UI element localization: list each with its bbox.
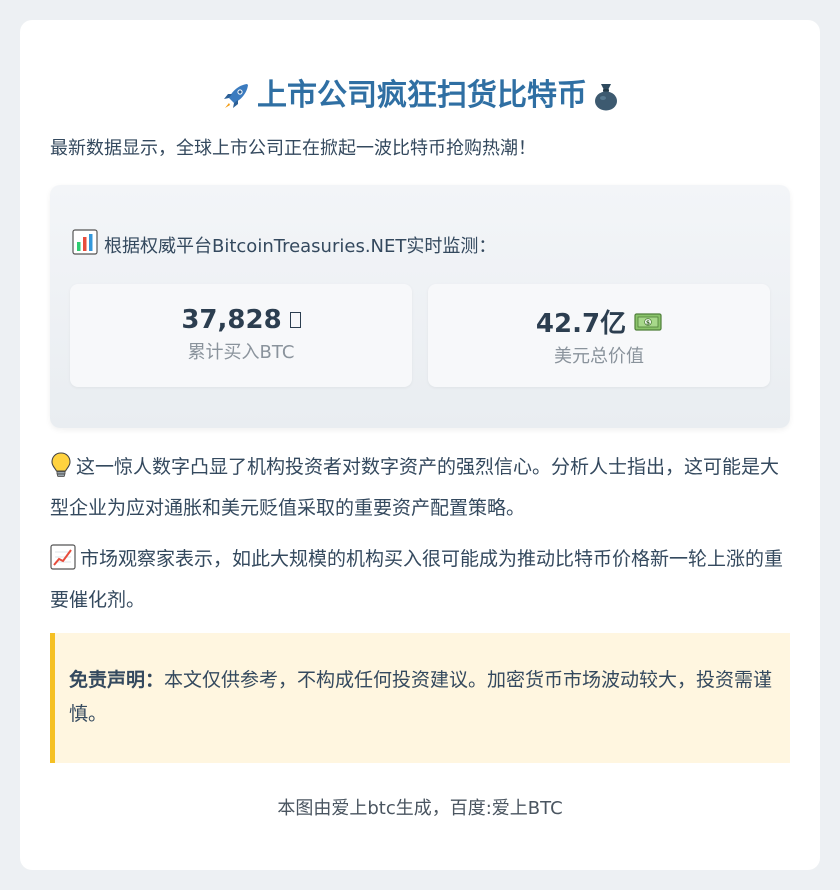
stat-value-row: 37,828 xyxy=(70,304,412,336)
stat-value: 37,828 xyxy=(181,305,282,335)
paragraph-analysis: 这一惊人数字凸显了机构投资者对数字资产的强烈信心。分析人士指出，这可能是大型企业… xyxy=(50,449,790,526)
paragraph-text: 这一惊人数字凸显了机构投资者对数字资产的强烈信心。分析人士指出，这可能是大型企业… xyxy=(50,456,780,519)
page-title: 上市公司疯狂扫货比特币 xyxy=(20,76,820,116)
paragraph-market: 市场观察家表示，如此大规模的机构买入很可能成为推动比特币价格新一轮上涨的重要催化… xyxy=(50,541,790,618)
disclaimer-text: 本文仅供参考，不构成任何投资建议。加密货币市场波动较大，投资需谨慎。 xyxy=(69,669,773,725)
rocket-icon xyxy=(221,81,251,111)
paragraph-text: 市场观察家表示，如此大规模的机构买入很可能成为推动比特币价格新一轮上涨的重要催化… xyxy=(50,548,784,611)
disclaimer-box: 免责声明：本文仅供参考，不构成任何投资建议。加密货币市场波动较大，投资需谨慎。 xyxy=(50,633,790,763)
stats-panel: 根据权威平台BitcoinTreasuries.NET实时监测： 37,828 … xyxy=(50,185,790,428)
intro-text: 最新数据显示，全球上市公司正在掀起一波比特币抢购热潮！ xyxy=(50,138,536,159)
footer-credit: 本图由爱上btc生成，百度:爱上BTC xyxy=(277,798,563,819)
stat-label: 美元总价值 xyxy=(554,346,644,367)
disclaimer-label: 免责声明： xyxy=(69,669,165,691)
missing-glyph-box-icon xyxy=(289,312,301,328)
stat-value: 42.7亿 xyxy=(535,309,627,339)
light-bulb-icon xyxy=(50,452,72,490)
stat-value-row: 42.7亿 $ xyxy=(428,308,770,340)
chart-increasing-icon xyxy=(50,544,76,582)
article-card: 上市公司疯狂扫货比特币 最新数据显示，全球上市公司正在掀起一波比特币抢购热潮！ … xyxy=(20,20,820,870)
title-text: 上市公司疯狂扫货比特币 xyxy=(257,78,587,113)
stats-heading: 根据权威平台BitcoinTreasuries.NET实时监测： xyxy=(72,229,496,264)
stat-label: 累计买入BTC xyxy=(187,342,295,363)
bar-chart-icon xyxy=(72,229,98,264)
stat-card-usd: 42.7亿 $ 美元总价值 xyxy=(428,284,770,387)
svg-text:$: $ xyxy=(646,320,650,327)
stats-heading-text: 根据权威平台BitcoinTreasuries.NET实时监测： xyxy=(104,235,497,257)
stat-card-btc: 37,828 累计买入BTC xyxy=(70,284,412,387)
money-bag-icon xyxy=(593,81,619,111)
dollar-banknote-icon: $ xyxy=(634,308,662,340)
